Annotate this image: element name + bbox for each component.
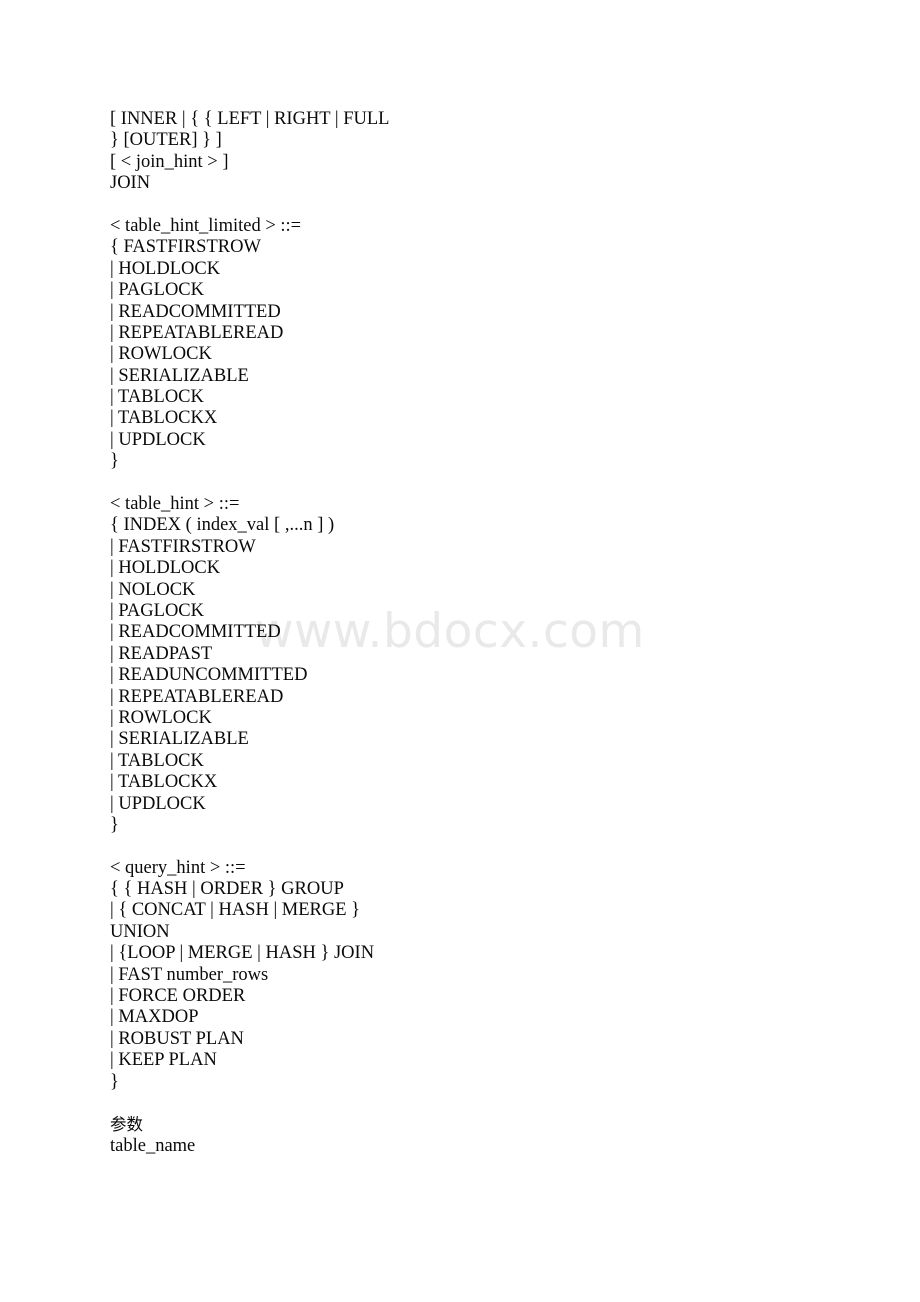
table-hint-limited-block-line: | PAGLOCK — [110, 280, 204, 301]
table-hint-limited-block-line: | SERIALIZABLE — [110, 365, 249, 386]
query-hint-block-line: | FORCE ORDER — [110, 986, 246, 1007]
table-hint-limited-block-line: | REPEATABLEREAD — [110, 322, 284, 343]
query-hint-block-line: } — [110, 1071, 119, 1092]
join-clause-block-line: JOIN — [110, 173, 151, 194]
table-hint-block-line: | UPDLOCK — [110, 793, 206, 814]
query-hint-block-line: | { CONCAT | HASH | MERGE } — [110, 900, 361, 921]
join-clause-block-line: } [OUTER] } ] — [110, 130, 222, 151]
query-hint-block-line: { { HASH | ORDER } GROUP — [110, 879, 344, 900]
table-hint-limited-block-line: } — [110, 451, 119, 472]
table-hint-block-line: < table_hint > ::= — [110, 494, 240, 515]
parameters-block-line: table_name — [110, 1135, 196, 1156]
query-hint-block-line: | FAST number_rows — [110, 964, 269, 985]
table-hint-limited-block-line: < table_hint_limited > ::= — [110, 215, 302, 236]
table-hint-limited-block-line: | UPDLOCK — [110, 429, 206, 450]
table-hint-block-line: | ROWLOCK — [110, 707, 212, 728]
table-hint-limited-block-line: | HOLDLOCK — [110, 258, 221, 279]
join-clause-block-line: [ INNER | { { LEFT | RIGHT | FULL — [110, 109, 390, 129]
table-hint-block-line: | READUNCOMMITTED — [110, 665, 308, 686]
table-hint-block-line: | FASTFIRSTROW — [110, 536, 256, 557]
table-hint-block-line: | REPEATABLEREAD — [110, 686, 284, 707]
query-hint-block-line: UNION — [110, 921, 170, 942]
table-hint-block-line: { INDEX ( index_val [ ,...n ] ) — [110, 515, 335, 536]
table-hint-limited-block-line: | ROWLOCK — [110, 344, 212, 365]
query-hint-block-line: | MAXDOP — [110, 1007, 199, 1028]
table-hint-block-line: | TABLOCKX — [110, 772, 218, 793]
table-hint-block-line: | TABLOCK — [110, 750, 204, 771]
join-clause-block-line: [ < join_hint > ] — [110, 151, 229, 172]
parameters-block-line: 参数 — [110, 1115, 143, 1135]
query-hint-block-line: | {LOOP | MERGE | HASH } JOIN — [110, 943, 375, 964]
table-hint-block-line: } — [110, 814, 119, 835]
document-text-body: [ INNER | { { LEFT | RIGHT | FULL} [OUTE… — [110, 109, 870, 1157]
table-hint-limited-block-line: { FASTFIRSTROW — [110, 237, 261, 258]
table-hint-block-line: | SERIALIZABLE — [110, 729, 249, 750]
document-page: www.bdocx.com [ INNER | { { LEFT | RIGHT… — [0, 0, 920, 1302]
table-hint-limited-block-line: | TABLOCKX — [110, 408, 218, 429]
table-hint-block-line: | READCOMMITTED — [110, 622, 281, 643]
table-hint-limited-block-line: | READCOMMITTED — [110, 301, 281, 322]
table-hint-block-line: | HOLDLOCK — [110, 558, 221, 579]
table-hint-block-line: | PAGLOCK — [110, 600, 204, 621]
table-hint-block-line: | READPAST — [110, 643, 213, 664]
query-hint-block-line: < query_hint > ::= — [110, 857, 246, 878]
table-hint-limited-block-line: | TABLOCK — [110, 387, 204, 408]
query-hint-block-line: | ROBUST PLAN — [110, 1028, 244, 1049]
table-hint-block-line: | NOLOCK — [110, 579, 196, 600]
query-hint-block-line: | KEEP PLAN — [110, 1050, 217, 1071]
